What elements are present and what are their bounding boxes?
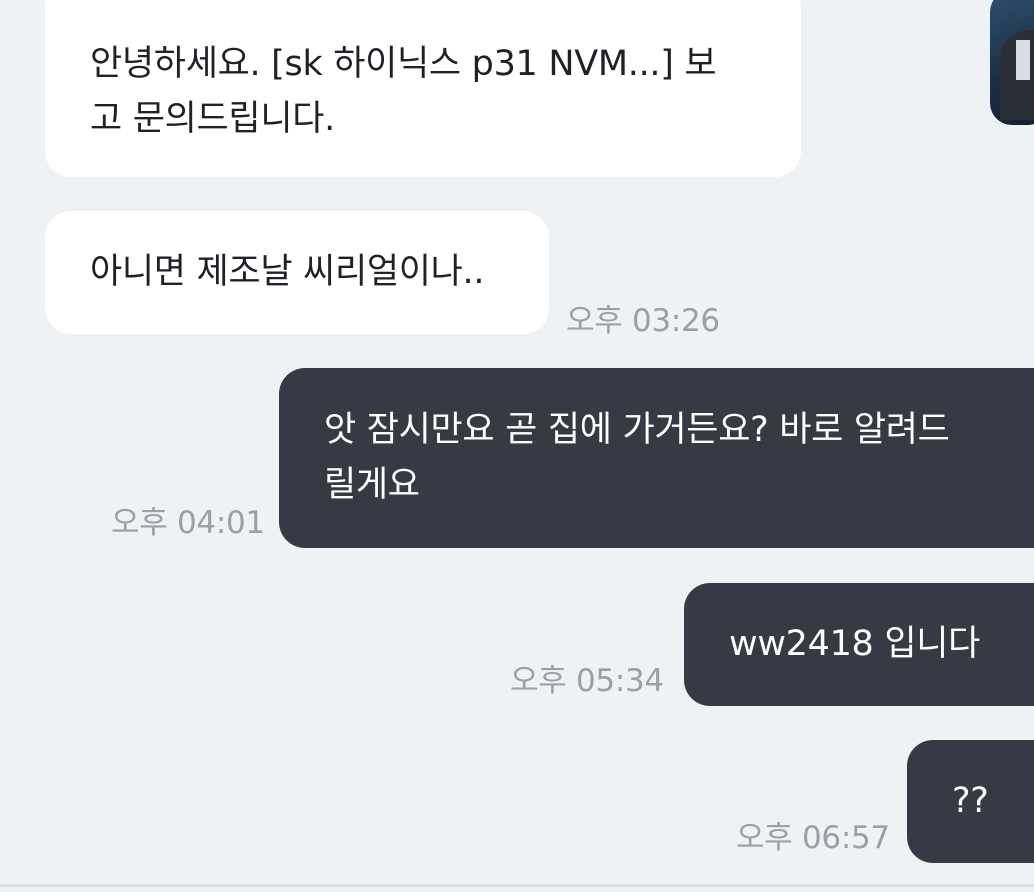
message-timestamp: 오후 06:57 (736, 820, 890, 856)
message-bubble-outgoing[interactable]: ww2418 입니다 (684, 583, 1034, 706)
thumbnail-collar-shape (1016, 40, 1030, 80)
video-thumbnail-icon[interactable] (990, 0, 1034, 125)
message-timestamp: 오후 05:34 (510, 663, 664, 699)
message-timestamp: 오후 04:01 (111, 505, 265, 541)
message-bubble-outgoing[interactable]: ?? (907, 740, 1034, 863)
message-bubble-outgoing[interactable]: 앗 잠시만요 곧 집에 가거든요? 바로 알려드 릴게요 (279, 368, 1034, 548)
message-timestamp: 오후 03:26 (566, 303, 720, 339)
composer-divider (0, 884, 1034, 887)
message-bubble-incoming[interactable]: 안녕하세요. [sk 하이닉스 p31 NVM...] 보 고 문의드립니다. (45, 0, 801, 177)
chat-message-list[interactable]: 안녕하세요. [sk 하이닉스 p31 NVM...] 보 고 문의드립니다. … (0, 0, 1034, 892)
message-bubble-incoming[interactable]: 아니면 제조날 씨리얼이나.. (45, 211, 549, 334)
